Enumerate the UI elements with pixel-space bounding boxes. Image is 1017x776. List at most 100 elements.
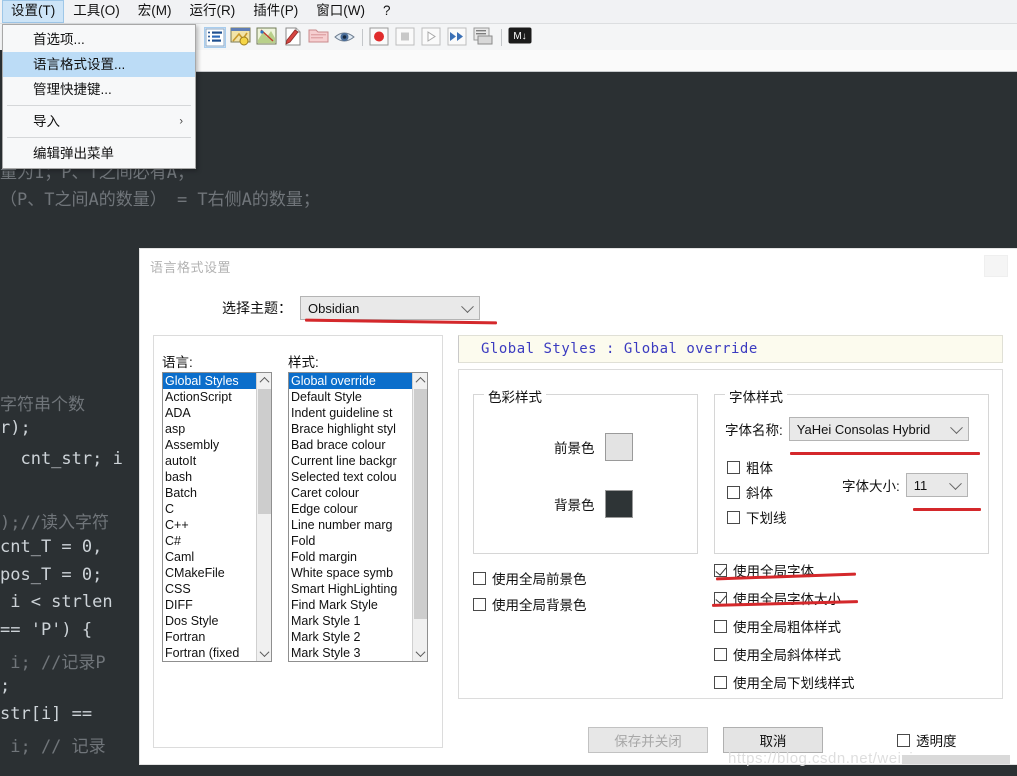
settings-menu-item-2[interactable]: 管理快捷键... [3,77,195,102]
list-item[interactable]: Fortran (fixed [163,645,256,661]
global-font-option-4[interactable]: 使用全局下划线样式 [714,672,855,692]
menu-item-2[interactable]: 宏(M) [129,0,181,23]
eye-icon[interactable] [334,27,356,48]
settings-menu-item-4[interactable]: 编辑弹出菜单 [3,141,195,166]
menu-item-6[interactable]: ? [374,0,400,23]
checkbox-icon[interactable] [714,563,727,577]
checkbox-icon[interactable] [714,619,727,633]
checkbox-icon[interactable] [727,460,740,474]
list-item[interactable]: Global Styles [163,373,256,389]
scroll-up-icon[interactable] [413,373,427,388]
list-item[interactable]: ADA [163,405,256,421]
list-item[interactable]: C [163,501,256,517]
menu-item-3[interactable]: 运行(R) [181,0,245,23]
map-icon[interactable] [256,27,278,48]
play-icon[interactable] [421,27,443,48]
checkbox-icon[interactable] [727,485,740,499]
list-item[interactable]: autoIt [163,453,256,469]
scrollbar-thumb[interactable] [414,389,427,619]
list-item[interactable]: ActionScript [163,389,256,405]
toolbar-separator [501,28,502,46]
folder-icon[interactable] [308,27,330,48]
list-item[interactable]: CMakeFile [163,565,256,581]
checkbox-icon[interactable] [714,675,727,689]
list-item[interactable]: C# [163,533,256,549]
checkbox-icon[interactable] [727,510,740,524]
close-icon[interactable] [984,255,1008,277]
style-listbox-scrollbar[interactable] [412,373,427,661]
transparency-checkbox[interactable]: 透明度 [897,730,957,750]
list-item[interactable]: Edge colour [289,501,412,517]
scroll-up-icon[interactable] [257,373,271,388]
list-item[interactable]: Assembly [163,437,256,453]
theme-combobox[interactable]: Obsidian [300,296,480,320]
playback-icon[interactable] [473,27,495,48]
list-item[interactable]: Mark Style 3 [289,645,412,661]
list-item[interactable]: Current line backgr [289,453,412,469]
background-color-swatch[interactable] [604,490,633,518]
global-font-option-2[interactable]: 使用全局粗体样式 [714,616,841,636]
document-outline-icon[interactable] [204,26,226,48]
list-item[interactable]: Line number marg [289,517,412,533]
pen-icon[interactable] [282,27,304,48]
list-item[interactable]: Fold [289,533,412,549]
menu-item-0[interactable]: 设置(T) [2,0,65,23]
foreground-color-swatch[interactable] [604,433,633,461]
list-item[interactable]: asp [163,421,256,437]
checkbox-icon[interactable] [473,597,486,611]
list-item[interactable]: Find Mark Style [289,597,412,613]
list-item[interactable]: Caret colour [289,485,412,501]
menu-item-4[interactable]: 插件(P) [244,0,307,23]
list-item[interactable]: Mark Style 2 [289,629,412,645]
checkbox-icon[interactable] [714,647,727,661]
checkbox-icon[interactable] [897,733,910,747]
list-item[interactable]: Brace highlight styl [289,421,412,437]
list-item[interactable]: Caml [163,549,256,565]
record-red-icon[interactable] [369,27,391,48]
list-item[interactable]: White space symb [289,565,412,581]
markdown-icon[interactable]: M↓ [508,27,532,48]
fast-forward-icon[interactable] [447,27,469,48]
list-item[interactable]: DIFF [163,597,256,613]
code-line: r); [0,418,31,438]
settings-menu-item-1[interactable]: 语言格式设置... [3,52,195,77]
language-listbox[interactable]: Global Styles ActionScript ADA asp Assembly a… [162,372,272,662]
global-color-option-1[interactable]: 使用全局背景色 [473,594,587,614]
scrollbar-thumb[interactable] [258,389,271,514]
checkbox-icon[interactable] [473,571,486,585]
scroll-down-icon[interactable] [413,646,427,661]
list-item[interactable]: bash [163,469,256,485]
list-item[interactable]: Default Style [289,389,412,405]
underline-checkbox[interactable]: 下划线 [727,507,787,527]
save-and-close-button[interactable]: 保存并关闭 [588,727,708,753]
list-item[interactable]: CSS [163,581,256,597]
global-color-option-0[interactable]: 使用全局前景色 [473,568,587,588]
list-item[interactable]: Selected text colou [289,469,412,485]
list-item[interactable]: Bad brace colour [289,437,412,453]
font-name-combobox[interactable]: YaHei Consolas Hybrid [788,417,969,441]
settings-dropdown-menu[interactable]: 首选项... 语言格式设置... 管理快捷键... 导入 › 编辑弹出菜单 [2,24,196,169]
italic-checkbox[interactable]: 斜体 [727,482,773,502]
list-item[interactable]: Global override [289,373,412,389]
stop-icon[interactable] [395,27,417,48]
list-item[interactable]: Fortran [163,629,256,645]
dialog-title: 语言格式设置 [150,260,232,275]
macro-record-icon[interactable] [230,27,252,48]
list-item[interactable]: Smart HighLighting [289,581,412,597]
list-item[interactable]: C++ [163,517,256,533]
style-listbox[interactable]: Global override Default Style Indent guide… [288,372,428,662]
settings-menu-item-3[interactable]: 导入 › [3,109,195,134]
list-item[interactable]: Batch [163,485,256,501]
list-item[interactable]: Indent guideline st [289,405,412,421]
menu-item-1[interactable]: 工具(O) [64,0,129,23]
menu-item-5[interactable]: 窗口(W) [307,0,374,23]
list-item[interactable]: Fold margin [289,549,412,565]
language-listbox-scrollbar[interactable] [256,373,271,661]
global-font-option-3[interactable]: 使用全局斜体样式 [714,644,841,664]
list-item[interactable]: Mark Style 1 [289,613,412,629]
settings-menu-item-0[interactable]: 首选项... [3,27,195,52]
font-size-combobox[interactable]: 11 [905,473,968,497]
scroll-down-icon[interactable] [257,646,271,661]
bold-checkbox[interactable]: 粗体 [727,457,773,477]
list-item[interactable]: Dos Style [163,613,256,629]
